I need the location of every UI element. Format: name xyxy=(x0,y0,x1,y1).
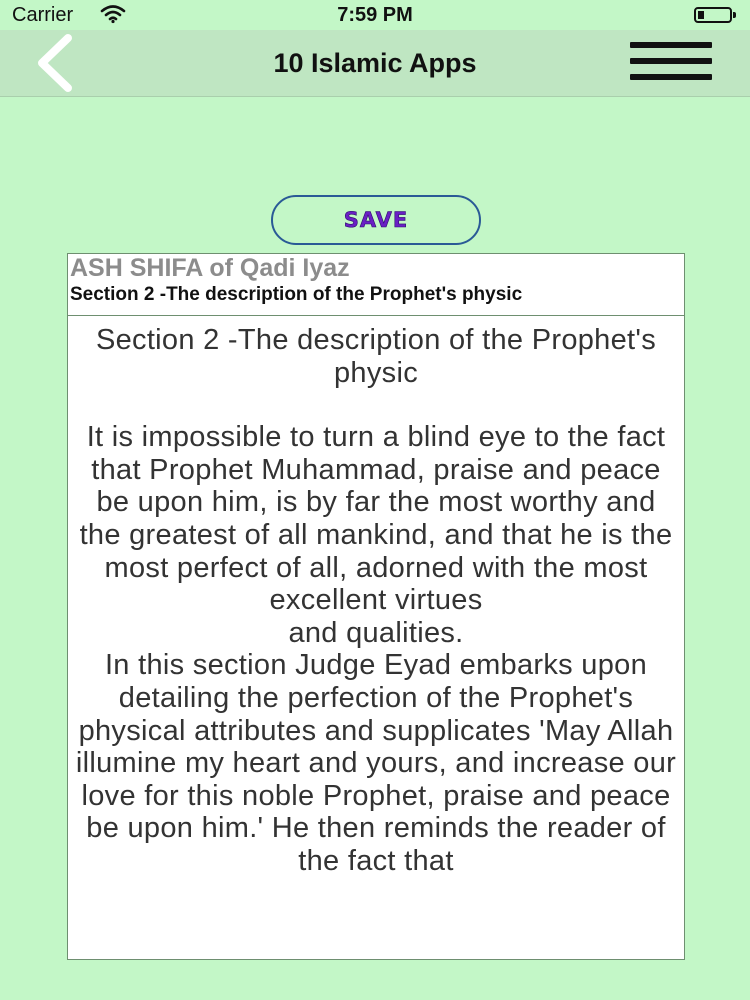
content-text: Section 2 -The description of the Prophe… xyxy=(68,316,684,878)
content-heading: Section 2 -The description of the Prophe… xyxy=(95,324,657,389)
content-paragraph: It is impossible to turn a blind eye to … xyxy=(79,421,673,617)
content-paragraph: In this section Judge Eyad embarks upon … xyxy=(75,649,677,877)
menu-button[interactable] xyxy=(630,40,712,88)
status-time: 7:59 PM xyxy=(337,4,413,26)
save-button[interactable]: SAVE xyxy=(271,195,481,245)
content-text-view[interactable]: Section 2 -The description of the Prophe… xyxy=(67,316,685,960)
content-paragraph: and qualities. xyxy=(288,616,464,649)
save-button-label: SAVE xyxy=(343,208,409,233)
book-header: ASH SHIFA of Qadi Iyaz Section 2 -The de… xyxy=(67,253,685,316)
battery-icon xyxy=(694,7,736,23)
status-bar: Carrier 7:59 PM xyxy=(0,0,750,30)
section-subtitle: Section 2 -The description of the Prophe… xyxy=(70,284,523,305)
navigation-bar: 10 Islamic Apps xyxy=(0,30,750,97)
book-title: ASH SHIFA of Qadi Iyaz xyxy=(70,254,350,282)
